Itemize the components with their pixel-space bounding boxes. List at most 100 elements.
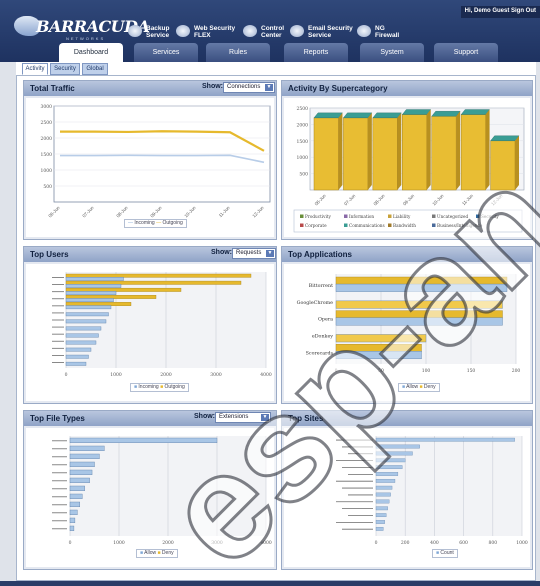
files-chart-area: 0 1000 2000 3000 4000 <box>26 428 274 567</box>
chevron-down-icon: ▼ <box>266 250 274 257</box>
product-control-center[interactable]: Control Center <box>243 24 289 42</box>
bar-deny <box>335 310 503 319</box>
files-show-select[interactable]: Extensions ▼ <box>215 412 271 423</box>
bar-top <box>343 112 373 119</box>
x-tick-label: 800 <box>489 540 498 546</box>
bar <box>372 117 398 191</box>
bar-allow <box>69 517 76 524</box>
y-tick-label: 1000 <box>41 168 53 174</box>
legend-swatch <box>388 223 392 227</box>
subtab-global[interactable]: Global <box>82 63 108 75</box>
show-label: Show: <box>194 413 215 420</box>
bar-outgoing <box>65 295 157 299</box>
bar-outgoing <box>65 302 132 306</box>
panel-title: Top Sites <box>288 414 324 423</box>
app-label: GoogleChrome <box>297 300 334 306</box>
legend-label: Corporate <box>305 223 327 228</box>
y-tick-label: 1000 <box>297 155 309 161</box>
users-chart-area: 0 1000 2000 3000 4000 <box>26 264 274 401</box>
bar-count <box>375 506 388 511</box>
x-tick-label: 06-Jun <box>314 193 328 207</box>
x-tick-label: 11-Jun <box>218 205 231 218</box>
x-tick-label: 1000 <box>516 540 528 546</box>
bar-incoming <box>65 291 117 295</box>
apps-legend: ■ Allow ■ Deny <box>398 383 440 392</box>
x-tick-label: 3000 <box>211 540 223 546</box>
bar-allow <box>69 453 100 460</box>
bar-side <box>367 112 372 190</box>
user-status[interactable]: Hi, Demo Guest Sign Out <box>460 6 540 18</box>
x-tick-label: 08-Jun <box>373 193 387 207</box>
bar-count <box>375 492 391 497</box>
bar-incoming <box>65 347 92 352</box>
product-backup-service[interactable]: Backup Service <box>128 24 178 42</box>
logo-subtext: NETWORKS <box>66 36 106 41</box>
bar-allow <box>69 477 90 484</box>
x-tick-label: 08-Jun <box>115 205 129 219</box>
bar-outgoing <box>65 273 252 278</box>
x-tick-label: 1000 <box>113 540 125 546</box>
bar-side <box>456 111 461 190</box>
legend-label: Business/Intelligence <box>437 223 483 228</box>
x-tick-label: 400 <box>430 540 439 546</box>
x-tick-label: 07-Jun <box>343 193 357 207</box>
x-tick-label: 0 <box>335 368 338 374</box>
bar-incoming <box>65 312 109 317</box>
bar-count <box>375 451 413 456</box>
chevron-down-icon: ▼ <box>261 414 269 421</box>
bar-incoming <box>65 305 112 310</box>
x-tick-label: 12-Jun <box>490 193 504 207</box>
legend-label: Liability <box>393 214 411 219</box>
tab-rules[interactable]: Rules <box>206 43 270 62</box>
barracuda-logo[interactable]: BARRACUDA NETWORKS <box>14 14 150 42</box>
tab-support[interactable]: Support <box>434 43 498 62</box>
x-tick-label: 1000 <box>110 372 122 378</box>
y-tick-label: 500 <box>43 184 52 190</box>
bar-count <box>375 513 387 518</box>
y-tick-label: 1500 <box>41 152 53 158</box>
tab-reports[interactable]: Reports <box>284 43 348 62</box>
x-tick-label: 3000 <box>210 372 222 378</box>
legend-swatch <box>300 214 304 218</box>
database-icon <box>128 25 142 37</box>
files-legend: ■ Allow ■ Deny <box>136 549 178 558</box>
product-email-security[interactable]: Email Security Service <box>290 24 358 42</box>
legend-label: Communications <box>349 223 385 228</box>
y-tick-label: 2500 <box>41 120 53 126</box>
bar-top <box>490 135 520 141</box>
bar-side <box>485 109 490 190</box>
bar-count <box>375 526 384 531</box>
legend-swatch <box>388 214 392 218</box>
legend-label: Security <box>481 214 499 219</box>
users-show-select[interactable]: Requests ▼ <box>232 248 276 259</box>
dashboard-content: Total Traffic Show: Connections ▼ 3000 250… <box>16 75 536 581</box>
bar-count <box>375 444 420 449</box>
bar-count <box>375 472 399 476</box>
panel-title: Total Traffic <box>30 84 75 93</box>
product-ng-firewall[interactable]: NG Firewall <box>357 24 403 42</box>
x-tick-label: 0 <box>375 540 378 546</box>
sub-tab-bar: Activity Security Global <box>16 62 536 75</box>
legend-swatch <box>432 223 436 227</box>
bar-allow <box>335 317 503 326</box>
tab-dashboard[interactable]: Dashboard <box>59 43 123 62</box>
traffic-chart-area: 3000 2500 2000 1500 1000 500 06-Jun 07-Jun 08-Ju… <box>26 98 274 237</box>
x-tick-label: 100 <box>422 368 431 374</box>
subtab-activity[interactable]: Activity <box>22 63 48 75</box>
traffic-line-chart: 3000 2500 2000 1500 1000 500 06-Jun 07-Jun 08-Ju… <box>41 104 271 219</box>
tab-services[interactable]: Services <box>134 43 198 62</box>
tab-system[interactable]: System <box>360 43 424 62</box>
x-tick-label: 200 <box>401 540 410 546</box>
legend-swatch <box>432 214 436 218</box>
bar-incoming <box>65 319 107 324</box>
x-tick-label: 10-Jun <box>183 205 197 219</box>
app-label: eDonkey <box>312 333 333 339</box>
bar-allow <box>69 461 95 468</box>
x-tick-label: 06-Jun <box>47 205 61 219</box>
bar-allow <box>69 509 78 516</box>
traffic-show-select[interactable]: Connections ▼ <box>223 82 275 93</box>
panel-top-users: Top Users Show: Requests ▼ 0 1000 2000 3000 4… <box>23 246 277 404</box>
product-web-security[interactable]: Web Security FLEX <box>176 24 242 42</box>
app-window: Hi, Demo Guest Sign Out BARRACUDA NETWOR… <box>0 0 540 586</box>
subtab-security[interactable]: Security <box>50 63 80 75</box>
